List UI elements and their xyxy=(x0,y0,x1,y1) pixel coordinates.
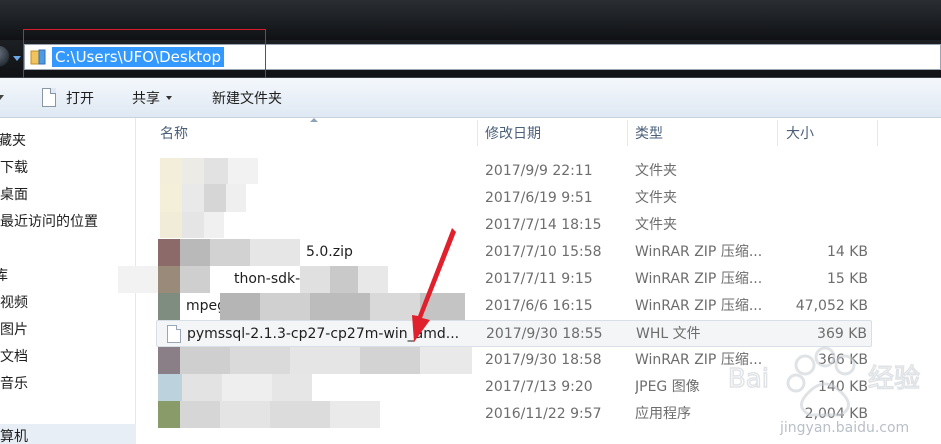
svg-text:Bai: Bai xyxy=(728,364,769,394)
svg-text:经验: 经验 xyxy=(868,364,920,394)
watermark-text: jingyan.baidu.com xyxy=(780,420,910,436)
